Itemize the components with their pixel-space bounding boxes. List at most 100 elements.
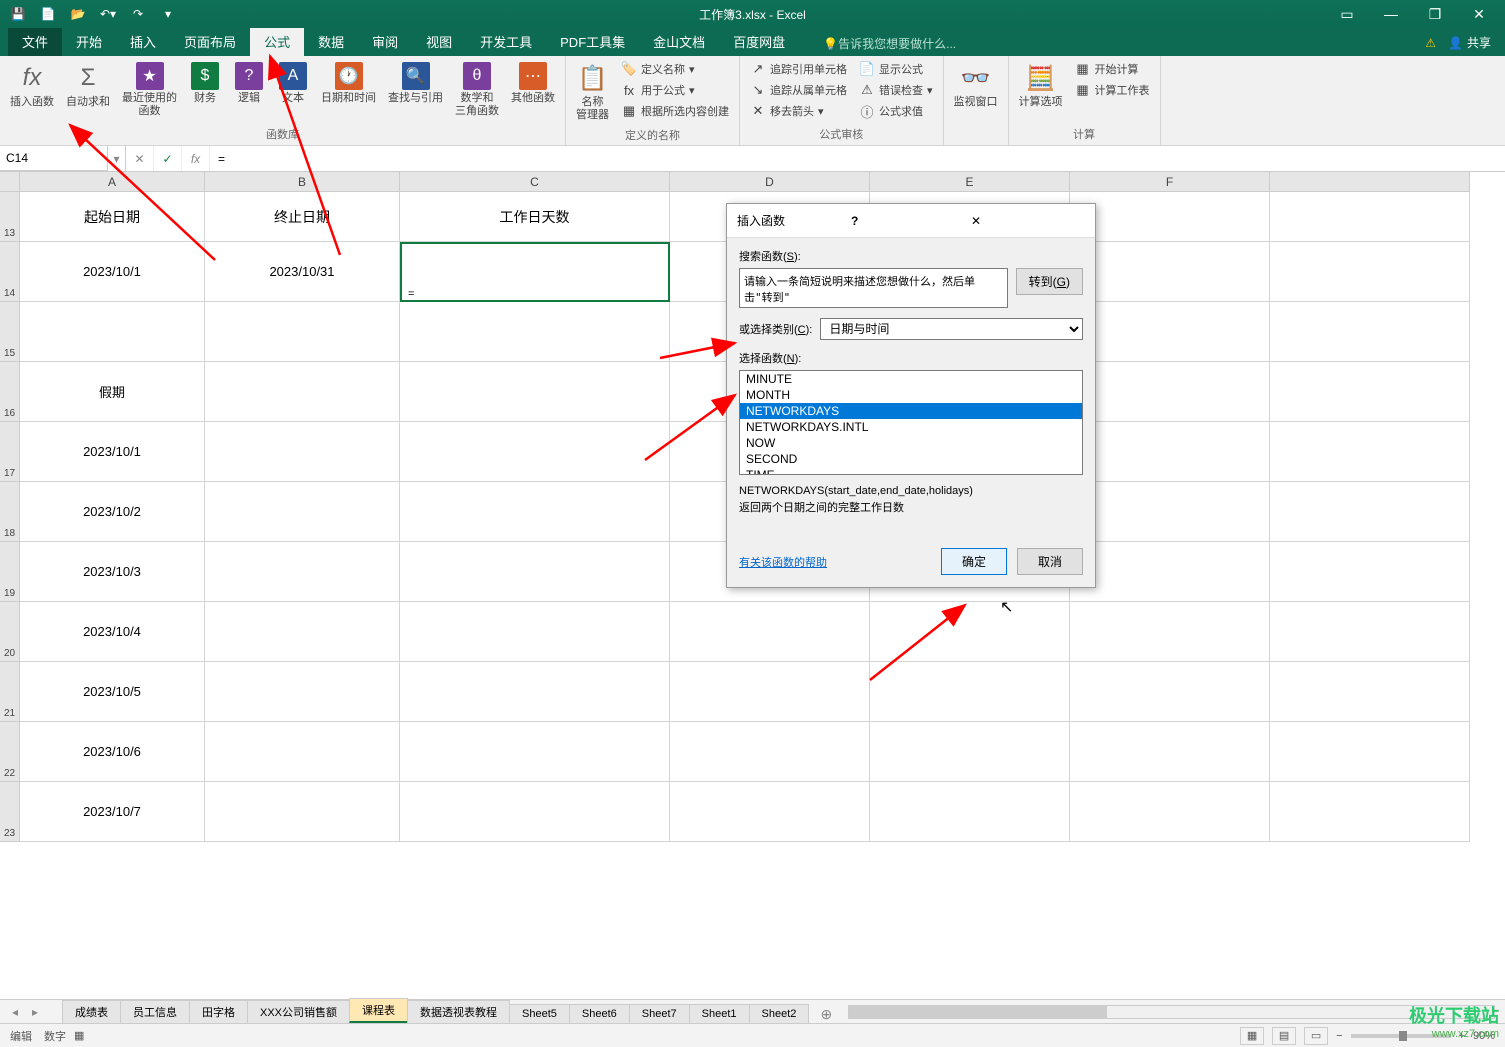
sheet-tab[interactable]: 田字格 bbox=[189, 1000, 248, 1023]
tab-view[interactable]: 视图 bbox=[412, 27, 466, 56]
save-icon[interactable]: 💾 bbox=[8, 4, 28, 24]
sheet-tab-active[interactable]: 课程表 bbox=[349, 998, 408, 1023]
formula-input[interactable]: = bbox=[210, 146, 1505, 171]
cell-A21[interactable]: 2023/10/5 bbox=[20, 662, 205, 722]
name-box[interactable]: C14 bbox=[0, 146, 108, 171]
sheet-tab[interactable]: Sheet7 bbox=[629, 1004, 690, 1023]
qat-customize-icon[interactable]: ▾ bbox=[158, 4, 178, 24]
ok-button[interactable]: 确定 bbox=[941, 548, 1007, 575]
cell-A19[interactable]: 2023/10/3 bbox=[20, 542, 205, 602]
add-sheet-icon[interactable]: ⊕ bbox=[814, 1006, 838, 1023]
col-header-F[interactable]: F bbox=[1070, 172, 1270, 192]
row-header-21[interactable]: 21 bbox=[0, 662, 20, 722]
evaluate-formula-button[interactable]: ⓘ公式求值 bbox=[855, 101, 937, 121]
calc-now-button[interactable]: ▦开始计算 bbox=[1071, 59, 1154, 79]
close-icon[interactable]: ✕ bbox=[1461, 0, 1497, 28]
function-help-link[interactable]: 有关该函数的帮助 bbox=[739, 554, 827, 570]
row-header-22[interactable]: 22 bbox=[0, 722, 20, 782]
tab-insert[interactable]: 插入 bbox=[116, 27, 170, 56]
cell-B13[interactable]: 终止日期 bbox=[205, 192, 400, 242]
lookup-button[interactable]: 🔍 查找与引用 bbox=[384, 59, 447, 108]
cell-C13[interactable]: 工作日天数 bbox=[400, 192, 670, 242]
list-item[interactable]: NOW bbox=[740, 435, 1082, 451]
list-item[interactable]: MONTH bbox=[740, 387, 1082, 403]
undo-icon[interactable]: ↶▾ bbox=[98, 4, 118, 24]
cell-A20[interactable]: 2023/10/4 bbox=[20, 602, 205, 662]
new-icon[interactable]: 📄 bbox=[38, 4, 58, 24]
cell-A17[interactable]: 2023/10/1 bbox=[20, 422, 205, 482]
math-button[interactable]: θ 数学和 三角函数 bbox=[451, 59, 503, 121]
trace-dependents-button[interactable]: ↘追踪从属单元格 bbox=[746, 80, 851, 100]
tab-home[interactable]: 开始 bbox=[62, 27, 116, 56]
cell-A22[interactable]: 2023/10/6 bbox=[20, 722, 205, 782]
cell-A13[interactable]: 起始日期 bbox=[20, 192, 205, 242]
confirm-formula-icon[interactable]: ✓ bbox=[154, 146, 182, 171]
cell-A18[interactable]: 2023/10/2 bbox=[20, 482, 205, 542]
sheet-tab[interactable]: Sheet5 bbox=[509, 1004, 570, 1023]
tab-data[interactable]: 数据 bbox=[304, 27, 358, 56]
sheet-tab[interactable]: Sheet2 bbox=[749, 1004, 810, 1023]
trace-precedents-button[interactable]: ↗追踪引用单元格 bbox=[746, 59, 851, 79]
sheet-tab[interactable]: 数据透视表教程 bbox=[407, 1000, 510, 1023]
row-header-18[interactable]: 18 bbox=[0, 482, 20, 542]
datetime-button[interactable]: 🕐 日期和时间 bbox=[317, 59, 380, 108]
list-item[interactable]: MINUTE bbox=[740, 371, 1082, 387]
list-item[interactable]: SECOND bbox=[740, 451, 1082, 467]
watch-window-button[interactable]: 👓 监视窗口 bbox=[950, 59, 1002, 112]
tab-wps[interactable]: 金山文档 bbox=[639, 27, 719, 56]
recent-functions-button[interactable]: ★ 最近使用的 函数 bbox=[118, 59, 181, 121]
remove-arrows-button[interactable]: ✕移去箭头 ▾ bbox=[746, 101, 851, 121]
cell-A14[interactable]: 2023/10/1 bbox=[20, 242, 205, 302]
row-header-19[interactable]: 19 bbox=[0, 542, 20, 602]
row-header-20[interactable]: 20 bbox=[0, 602, 20, 662]
col-header-D[interactable]: D bbox=[670, 172, 870, 192]
error-check-button[interactable]: ⚠错误检查 ▾ bbox=[855, 80, 937, 100]
function-listbox[interactable]: MINUTE MONTH NETWORKDAYS NETWORKDAYS.INT… bbox=[739, 370, 1083, 475]
tab-baidu[interactable]: 百度网盘 bbox=[719, 27, 799, 56]
page-break-view-icon[interactable]: ▭ bbox=[1304, 1027, 1328, 1045]
row-header-14[interactable]: 14 bbox=[0, 242, 20, 302]
scrollbar-thumb[interactable] bbox=[849, 1006, 1107, 1018]
horizontal-scrollbar[interactable] bbox=[848, 1005, 1495, 1019]
tab-review[interactable]: 审阅 bbox=[358, 27, 412, 56]
row-header-23[interactable]: 23 bbox=[0, 782, 20, 842]
redo-icon[interactable]: ↷ bbox=[128, 4, 148, 24]
minimize-icon[interactable]: — bbox=[1373, 0, 1409, 28]
row-header-13[interactable]: 13 bbox=[0, 192, 20, 242]
use-in-formula-button[interactable]: fx用于公式 ▾ bbox=[617, 80, 733, 100]
cancel-button[interactable]: 取消 bbox=[1017, 548, 1083, 575]
fx-bar-icon[interactable]: fx bbox=[182, 146, 210, 171]
tab-formulas[interactable]: 公式 bbox=[250, 27, 304, 56]
sheet-nav-prev-icon[interactable]: ◂ bbox=[6, 1003, 24, 1021]
calc-options-button[interactable]: 🧮 计算选项 bbox=[1015, 59, 1067, 112]
zoom-out-icon[interactable]: − bbox=[1336, 1030, 1342, 1042]
cell-A16[interactable]: 假期 bbox=[20, 362, 205, 422]
list-item[interactable]: TIME bbox=[740, 467, 1082, 475]
logical-button[interactable]: ? 逻辑 bbox=[229, 59, 269, 108]
cancel-formula-icon[interactable]: ✕ bbox=[126, 146, 154, 171]
dialog-help-icon[interactable]: ? bbox=[845, 214, 965, 228]
ribbon-options-icon[interactable]: ▭ bbox=[1329, 0, 1365, 28]
normal-view-icon[interactable]: ▦ bbox=[1240, 1027, 1264, 1045]
row-header-17[interactable]: 17 bbox=[0, 422, 20, 482]
search-function-input[interactable]: 请输入一条简短说明来描述您想做什么，然后单击"转到" bbox=[739, 268, 1008, 308]
tab-file[interactable]: 文件 bbox=[8, 27, 62, 56]
restore-icon[interactable]: ❐ bbox=[1417, 0, 1453, 28]
create-from-selection-button[interactable]: ▦根据所选内容创建 bbox=[617, 101, 733, 121]
tell-me-search[interactable]: 💡 告诉我您想要做什么... bbox=[819, 31, 960, 56]
text-button[interactable]: A 文本 bbox=[273, 59, 313, 108]
insert-function-button[interactable]: fx 插入函数 bbox=[6, 59, 58, 112]
name-manager-button[interactable]: 📋 名称 管理器 bbox=[572, 59, 613, 125]
cell-B14[interactable]: 2023/10/31 bbox=[205, 242, 400, 302]
tab-pdf[interactable]: PDF工具集 bbox=[546, 27, 639, 56]
col-header-C[interactable]: C bbox=[400, 172, 670, 192]
category-select[interactable]: 日期与时间 bbox=[820, 318, 1083, 340]
sheet-tab[interactable]: 员工信息 bbox=[120, 1000, 190, 1023]
financial-button[interactable]: $ 财务 bbox=[185, 59, 225, 108]
col-header-E[interactable]: E bbox=[870, 172, 1070, 192]
sheet-nav-next-icon[interactable]: ▸ bbox=[26, 1003, 44, 1021]
tab-dev[interactable]: 开发工具 bbox=[466, 27, 546, 56]
col-header-A[interactable]: A bbox=[20, 172, 205, 192]
page-layout-view-icon[interactable]: ▤ bbox=[1272, 1027, 1296, 1045]
col-header-B[interactable]: B bbox=[205, 172, 400, 192]
